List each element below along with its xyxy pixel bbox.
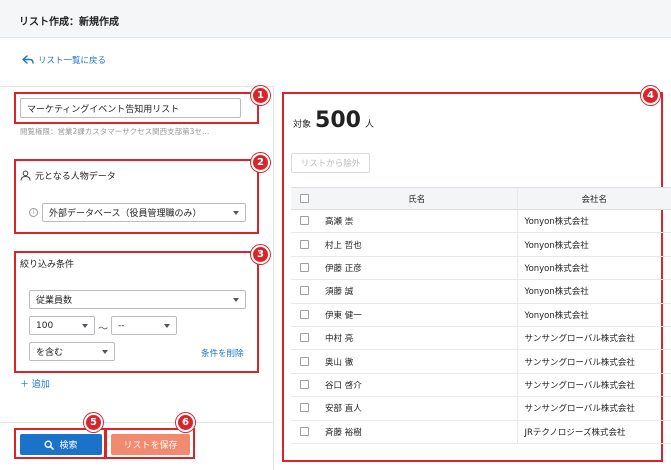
column-header-name: 氏名: [317, 187, 518, 210]
chevron-down-icon: [233, 298, 239, 302]
filter-operator-select[interactable]: を含む: [29, 342, 115, 361]
badge-6: 6: [176, 413, 195, 432]
result-count: 対象 500 人: [293, 108, 374, 133]
row-checkbox[interactable]: [299, 216, 309, 226]
row-company: サンサングローバル株式会社: [517, 396, 671, 421]
person-icon: [20, 170, 31, 181]
range-tilde: 〜: [98, 324, 108, 335]
row-name: 奥山 徹: [317, 349, 518, 374]
row-name: 安部 直人: [317, 396, 518, 421]
row-checkbox[interactable]: [299, 333, 309, 343]
table-row: 斉藤 裕樹 JRテクノロジーズ株式会社: [291, 420, 671, 444]
row-name: 谷口 啓介: [317, 373, 518, 398]
row-company: Yonyon株式会社: [517, 209, 671, 234]
source-data-select-value: 外部データベース（役員管理職のみ）: [49, 209, 202, 219]
row-name: 斉藤 裕樹: [317, 420, 518, 444]
badge-2: 2: [251, 153, 270, 172]
chevron-down-icon: [82, 324, 88, 328]
row-company: JRテクノロジーズ株式会社: [517, 420, 671, 444]
table-row: 須藤 誠 Yonyon株式会社: [291, 279, 671, 304]
page-header: リスト作成：新規作成: [0, 0, 671, 38]
row-company: Yonyon株式会社: [517, 303, 671, 327]
row-checkbox[interactable]: [299, 403, 309, 413]
filter-section-title: 絞り込み条件: [20, 257, 74, 270]
select-all-checkbox[interactable]: [299, 193, 309, 203]
row-checkbox[interactable]: [299, 239, 309, 249]
filter-section-label: 絞り込み条件: [20, 260, 75, 270]
table-row: 谷口 啓介 サンサングローバル株式会社: [291, 373, 671, 398]
back-to-list-link[interactable]: リスト一覧に戻る: [22, 54, 106, 66]
row-company: サンサングローバル株式会社: [517, 326, 671, 351]
row-checkbox[interactable]: [299, 426, 309, 436]
table-header-row: 氏名 会社名: [291, 187, 671, 210]
page-title: リスト作成：新規作成: [19, 17, 119, 28]
row-checkbox[interactable]: [299, 356, 309, 366]
filter-field-select[interactable]: 従業員数: [29, 290, 246, 309]
table-row: 奥山 徹サンサングローバル株式会社: [291, 349, 671, 374]
source-section-label: 元となる人物データ: [35, 172, 116, 182]
search-icon: [44, 439, 55, 450]
row-company: サンサングローバル株式会社: [517, 373, 671, 398]
row-checkbox[interactable]: [299, 286, 309, 296]
table-row: 中村 亮サンサングローバル株式会社: [291, 326, 671, 351]
filter-min-select-value: 100: [36, 320, 54, 331]
table-row: 高瀬 崇 Yonyon株式会社: [291, 209, 671, 234]
row-company: Yonyon株式会社: [517, 256, 671, 281]
filter-min-select[interactable]: 100: [29, 316, 95, 335]
count-label: 対象: [293, 120, 312, 130]
badge-3: 3: [251, 245, 270, 264]
row-name: 須藤 誠: [317, 279, 518, 304]
back-arrow-icon: [22, 55, 34, 64]
row-name: 伊東 健一: [317, 303, 518, 327]
row-checkbox[interactable]: [299, 379, 309, 389]
filter-field-select-value: 従業員数: [36, 296, 73, 306]
count-unit: 人: [364, 120, 374, 130]
badge-1: 1: [251, 86, 270, 105]
badge-4: 4: [641, 86, 660, 105]
table-row: 村上 哲也 Yonyon株式会社: [291, 232, 671, 257]
source-data-select[interactable]: 外部データベース（役員管理職のみ）: [42, 203, 246, 222]
delete-condition-link[interactable]: 条件を削除: [201, 347, 244, 359]
count-number: 500: [315, 108, 361, 133]
row-name: 高瀬 崇: [317, 209, 518, 234]
table-row: 伊藤 正彦 Yonyon株式会社: [291, 256, 671, 281]
badge-5: 5: [84, 413, 103, 432]
filter-max-select[interactable]: --: [111, 316, 177, 335]
chevron-down-icon: [102, 350, 108, 354]
row-name: 伊藤 正彦: [317, 256, 518, 281]
remove-from-list-button[interactable]: リストから除外: [291, 153, 370, 173]
source-section-title: 元となる人物データ: [20, 169, 116, 182]
table-row: 安部 直人 サンサングローバル株式会社: [291, 396, 671, 421]
chevron-down-icon: [164, 324, 170, 328]
row-checkbox[interactable]: [299, 262, 309, 272]
save-list-button[interactable]: リストを保存: [111, 434, 190, 455]
row-company: Yonyon株式会社: [517, 279, 671, 304]
info-icon: i: [29, 208, 38, 217]
row-name: 村上 哲也: [317, 232, 518, 257]
permission-text: 閲覧権限：営業2課カスタマーサクセス関西支部第3セ…: [20, 127, 210, 136]
list-name-input[interactable]: [20, 98, 241, 118]
chevron-down-icon: [233, 211, 239, 215]
row-company: サンサングローバル株式会社: [517, 349, 671, 374]
row-company: Yonyon株式会社: [517, 232, 671, 257]
row-checkbox[interactable]: [299, 309, 309, 319]
row-name: 中村 亮: [317, 326, 518, 351]
column-header-company: 会社名: [517, 187, 671, 210]
back-link-label: リスト一覧に戻る: [38, 56, 107, 66]
filter-max-select-value: --: [118, 320, 125, 331]
search-button-label: 検索: [59, 441, 78, 451]
filter-operator-select-value: を含む: [36, 348, 64, 358]
add-condition-link[interactable]: ＋ 追加: [20, 377, 50, 390]
results-table: 氏名 会社名 高瀬 崇 Yonyon株式会社 村上 哲也 Yonyon株式会社 伊藤 正…: [291, 187, 671, 444]
table-row: 伊東 健一 Yonyon株式会社: [291, 303, 671, 327]
search-button[interactable]: 検索: [20, 434, 102, 455]
